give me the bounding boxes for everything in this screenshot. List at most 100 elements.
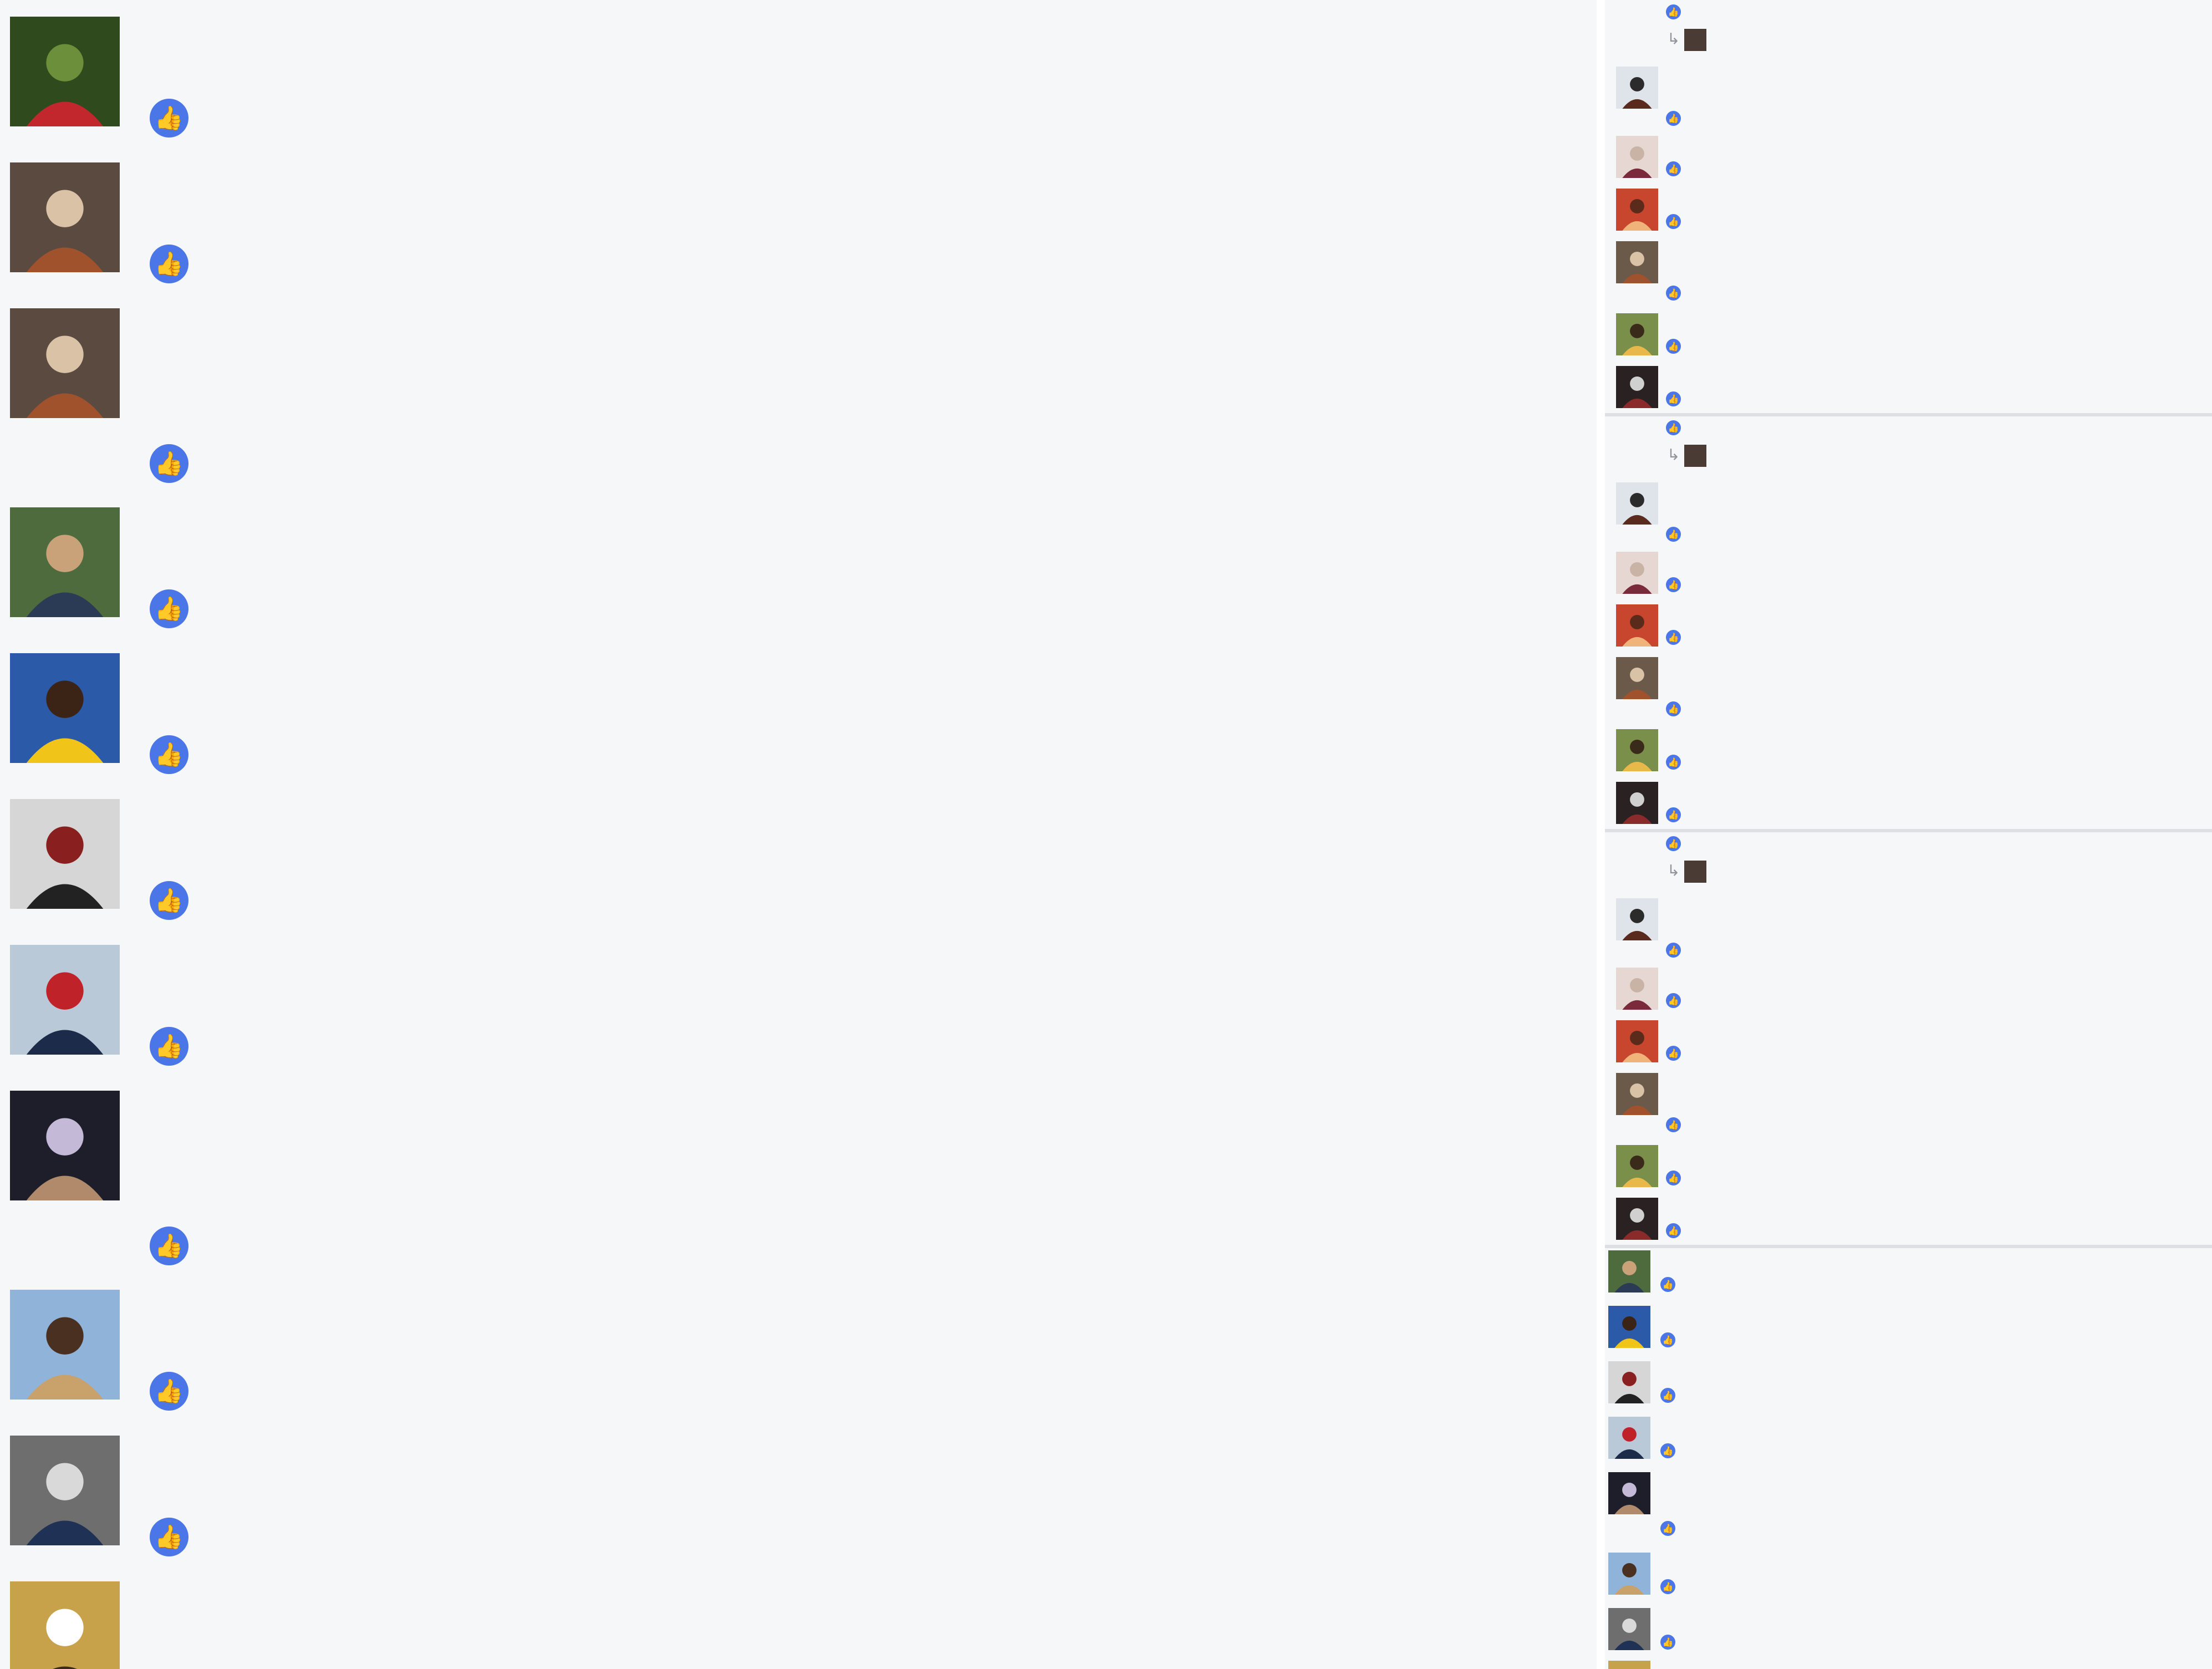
thumbs-up-icon[interactable] xyxy=(1666,1171,1681,1186)
thumbs-up-icon[interactable] xyxy=(1666,111,1681,126)
avatar[interactable] xyxy=(10,1290,120,1400)
thumbs-up-icon[interactable] xyxy=(1666,943,1681,958)
replies-summary[interactable]: ↳ xyxy=(1667,29,1707,51)
avatar[interactable] xyxy=(10,162,120,272)
avatar[interactable] xyxy=(1616,241,1658,283)
comment-text xyxy=(1666,313,2198,333)
avatar[interactable] xyxy=(1616,366,1658,408)
thumbs-up-icon[interactable] xyxy=(1660,1443,1675,1459)
comment-actions xyxy=(1660,1275,1675,1293)
comment-text xyxy=(1666,189,2198,208)
comment-text xyxy=(1666,552,2198,571)
avatar[interactable] xyxy=(1616,552,1658,594)
replies-summary[interactable]: ↳ xyxy=(1667,445,1707,467)
avatar[interactable] xyxy=(10,507,120,617)
thumbs-up-icon[interactable] xyxy=(150,1372,188,1411)
avatar[interactable] xyxy=(1616,313,1658,355)
avatar[interactable] xyxy=(1616,1073,1658,1115)
avatar[interactable] xyxy=(1608,1553,1650,1595)
avatar[interactable] xyxy=(1616,136,1658,178)
thumbs-up-icon[interactable] xyxy=(1666,836,1681,852)
avatar[interactable] xyxy=(1616,898,1658,940)
avatar[interactable] xyxy=(10,308,120,418)
comment-text xyxy=(150,663,1586,718)
replies-summary[interactable]: ↳ xyxy=(1667,861,1707,883)
comment-text xyxy=(1666,782,2198,801)
avatar[interactable] xyxy=(1616,1145,1658,1187)
avatar[interactable] xyxy=(10,17,120,126)
comment-actions xyxy=(1660,1441,1675,1459)
comment-text xyxy=(150,1300,1586,1354)
thumbs-up-icon[interactable] xyxy=(150,245,188,284)
thumbs-up-icon[interactable] xyxy=(150,589,188,629)
avatar[interactable] xyxy=(1616,482,1658,525)
avatar[interactable] xyxy=(10,1436,120,1545)
avatar[interactable] xyxy=(1616,729,1658,771)
avatar[interactable] xyxy=(10,945,120,1055)
thumbs-up-icon[interactable] xyxy=(1666,391,1681,407)
thumbs-up-icon[interactable] xyxy=(1660,1635,1675,1650)
thumbs-up-icon[interactable] xyxy=(1660,1579,1675,1595)
thumbs-up-icon[interactable] xyxy=(1666,1223,1681,1239)
thumbs-up-icon[interactable] xyxy=(150,881,188,920)
profile-photo xyxy=(1616,968,1658,1010)
avatar[interactable] xyxy=(1608,1306,1650,1348)
thumbs-up-icon[interactable] xyxy=(1666,701,1681,717)
thumbs-up-icon[interactable] xyxy=(1666,161,1681,177)
avatar[interactable] xyxy=(1616,67,1658,109)
thumbs-up-icon[interactable] xyxy=(150,735,188,775)
avatar[interactable] xyxy=(1616,657,1658,699)
comment-actions xyxy=(1666,628,1681,645)
avatar[interactable] xyxy=(1616,189,1658,231)
thumbs-up-icon[interactable] xyxy=(1666,214,1681,230)
thumbs-up-icon[interactable] xyxy=(1666,339,1681,354)
avatar[interactable] xyxy=(1616,968,1658,1010)
profile-photo xyxy=(1616,1073,1658,1115)
avatar[interactable] xyxy=(1616,782,1658,824)
comment-actions xyxy=(1666,159,1681,177)
thumbs-up-icon[interactable] xyxy=(1666,420,1681,436)
avatar[interactable] xyxy=(1608,1608,1650,1650)
comment-actions xyxy=(1666,283,1681,301)
profile-photo xyxy=(10,17,120,126)
thumbs-up-icon[interactable] xyxy=(1666,807,1681,823)
thumbs-up-icon[interactable] xyxy=(1666,630,1681,645)
reply-arrow-icon: ↳ xyxy=(1667,30,1680,48)
thumbs-up-icon[interactable] xyxy=(150,444,188,484)
avatar[interactable] xyxy=(10,1581,120,1669)
avatar[interactable] xyxy=(10,799,120,909)
thumbs-up-icon[interactable] xyxy=(150,1518,188,1557)
profile-photo xyxy=(1616,241,1658,283)
thumbs-up-icon[interactable] xyxy=(1660,1521,1675,1536)
comment-text xyxy=(1666,136,2198,155)
thumbs-up-icon[interactable] xyxy=(150,1027,188,1066)
comment-text xyxy=(1666,968,2198,987)
comment-actions xyxy=(1666,389,1681,407)
section-divider xyxy=(1605,413,2212,416)
thumbs-up-icon[interactable] xyxy=(150,1227,188,1266)
thumbs-up-icon[interactable] xyxy=(1666,1117,1681,1133)
thumbs-up-icon[interactable] xyxy=(1666,1046,1681,1061)
avatar[interactable] xyxy=(1608,1361,1650,1403)
avatar[interactable] xyxy=(1608,1417,1650,1459)
thumbs-up-icon[interactable] xyxy=(1666,755,1681,770)
thumbs-up-icon[interactable] xyxy=(1666,286,1681,301)
thumbs-up-icon[interactable] xyxy=(150,99,188,138)
avatar[interactable] xyxy=(1616,1020,1658,1062)
avatar[interactable] xyxy=(1608,1250,1650,1293)
thumbs-up-icon[interactable] xyxy=(1666,527,1681,542)
thumbs-up-icon[interactable] xyxy=(1660,1388,1675,1403)
thumbs-up-icon[interactable] xyxy=(1660,1332,1675,1348)
avatar[interactable] xyxy=(10,1091,120,1200)
thumbs-up-icon[interactable] xyxy=(1666,993,1681,1009)
avatar[interactable] xyxy=(1608,1472,1650,1514)
previous-comment-actions xyxy=(1666,834,1681,852)
avatar[interactable] xyxy=(1616,604,1658,647)
avatar[interactable] xyxy=(1608,1661,1650,1669)
thumbs-up-icon[interactable] xyxy=(1666,4,1681,20)
comment-actions xyxy=(1666,109,1681,126)
avatar[interactable] xyxy=(1616,1198,1658,1240)
avatar[interactable] xyxy=(10,653,120,763)
thumbs-up-icon[interactable] xyxy=(1660,1277,1675,1293)
thumbs-up-icon[interactable] xyxy=(1666,577,1681,593)
